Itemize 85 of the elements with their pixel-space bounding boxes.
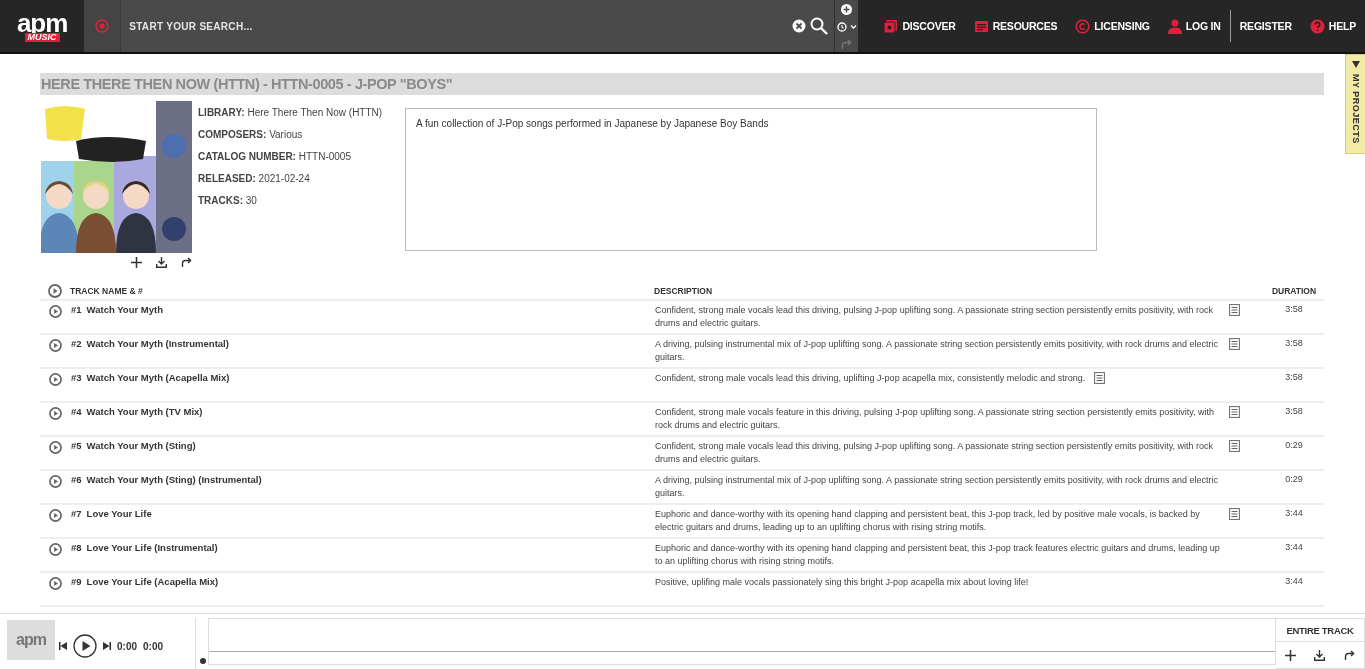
document-icon[interactable] — [1229, 338, 1240, 350]
album-icon — [883, 18, 899, 34]
play-icon[interactable] — [48, 407, 62, 420]
caret-icon — [1351, 61, 1360, 68]
user-icon — [1167, 18, 1182, 34]
help-icon — [1309, 18, 1325, 34]
document-icon[interactable] — [1229, 508, 1240, 520]
nav-link[interactable]: DISCOVER — [874, 11, 965, 41]
album-detail: TRACKS: 30 — [198, 195, 258, 206]
share-icon[interactable] — [181, 257, 192, 267]
play-icon[interactable] — [48, 509, 62, 522]
play-all-icon[interactable] — [48, 284, 62, 298]
track-duration: 3:58 — [1284, 338, 1304, 348]
copyright-icon — [1075, 18, 1091, 34]
total-time: 0:00 — [143, 640, 164, 652]
nav-link[interactable]: LOG IN — [1158, 11, 1230, 41]
nav-link[interactable]: LICENSING — [1066, 11, 1159, 41]
side-tab-label: MY PROJECTS — [1350, 74, 1361, 144]
track-description: A driving, pulsing instrumental mix of J-pop uplifting song. A passionate string section persistently emits positivity, with rock drums and electric guitars. — [655, 338, 1220, 364]
track-name[interactable]: #2 Watch Your Myth (Instrumental) — [70, 338, 654, 349]
download-icon[interactable] — [1314, 649, 1326, 661]
track-duration: 0:29 — [1284, 474, 1304, 484]
add-circle-icon[interactable] — [841, 3, 853, 15]
waveform-track[interactable] — [208, 618, 1276, 665]
add-icon[interactable] — [1285, 649, 1297, 661]
album-detail: COMPOSERS: Various — [198, 129, 304, 140]
track-name[interactable]: #8 Love Your Life (Instrumental) — [70, 542, 654, 553]
track-duration: 3:58 — [1284, 304, 1304, 314]
list-icon — [973, 18, 989, 34]
album-detail: RELEASED: 2021-02-24 — [198, 173, 311, 184]
track-name[interactable]: #4 Watch Your Myth (TV Mix) — [70, 406, 654, 417]
track-description: Positive, uplifing male vocals passionately sing this bright J-pop acapella mix about loving life! — [655, 576, 1029, 589]
nav-link[interactable]: REGISTER — [1230, 11, 1301, 41]
nav-link[interactable]: RESOURCES — [964, 11, 1067, 41]
album-description: A fun collection of J-Pop songs performed in Japanese by Japanese Boy Bands — [405, 108, 1097, 251]
download-icon[interactable] — [156, 257, 167, 268]
album-title: HERE THERE THEN NOW (HTTN) - HTTN-0005 - J-POP "BOYS" — [40, 73, 1324, 95]
history-icon[interactable] — [835, 21, 858, 32]
add-icon[interactable] — [131, 257, 142, 268]
play-icon[interactable] — [73, 634, 97, 658]
document-icon[interactable] — [1229, 406, 1240, 418]
previous-icon[interactable] — [59, 642, 67, 650]
play-icon[interactable] — [48, 305, 62, 318]
track-description: Confident, strong male vocals lead this driving, pulsing J-pop uplifting song. A passionate string section persistently emits positivity, with rock drums and electric guitars. — [655, 304, 1215, 330]
play-icon[interactable] — [48, 577, 62, 590]
track-name[interactable]: #3 Watch Your Myth (Acapella Mix) — [70, 372, 654, 383]
track-name[interactable]: #9 Love Your Life (Acapella Mix) — [70, 576, 654, 587]
track-description: Confident, strong male vocals lead this driving, uplifting J-pop acapella mix, consistently melodic and strong. — [655, 372, 1086, 385]
playhead[interactable] — [200, 658, 206, 664]
document-icon[interactable] — [1229, 304, 1240, 316]
track-description: A driving, pulsing instrumental mix of J-pop uplifting song. A passionate string section persistently emits positivity, with rock drums and electric guitars. — [655, 474, 1220, 500]
track-name[interactable]: #5 Watch Your Myth (Sting) — [70, 440, 654, 451]
track-description: Euphoric and dance-worthy with its opening hand clapping and persistent beat, this J-pop track features electric guitars and drums, leading up to an uplifting chorus with rising string motifs. — [655, 542, 1220, 568]
track-duration: 3:58 — [1284, 372, 1304, 382]
next-icon[interactable] — [103, 642, 111, 650]
elapsed-time: 0:00 — [117, 640, 137, 652]
track-name[interactable]: #1 Watch Your Myth — [70, 304, 654, 315]
play-icon[interactable] — [48, 441, 62, 454]
track-description: Confident, strong male vocals feature in this driving, pulsing J-pop uplifting song. A passionate string section persistently emits positivity, with rock drums and electric guitars. — [655, 406, 1216, 432]
track-duration: 3:44 — [1284, 576, 1304, 586]
side-tab[interactable]: MY PROJECTS — [1345, 54, 1365, 154]
track-name[interactable]: #7 Love Your Life — [70, 508, 654, 519]
share-icon[interactable] — [1343, 650, 1355, 660]
play-icon[interactable] — [48, 339, 62, 352]
play-icon[interactable] — [48, 475, 62, 488]
track-name[interactable]: #6 Watch Your Myth (Sting) (Instrumental) — [70, 474, 654, 485]
play-icon[interactable] — [48, 373, 62, 386]
album-detail: CATALOG NUMBER: HTTN-0005 — [198, 151, 352, 162]
track-description: Euphoric and dance-worthy with its opening hand clapping and persistent beat, this J-pop track, led by positive male vocals, is backed by electric guitars and drums, leading up to an uplifting chorus with rising string motifs. — [655, 508, 1201, 534]
nav-link[interactable]: HELP — [1300, 11, 1365, 41]
column-header: DURATION — [1270, 285, 1318, 296]
search-icon[interactable] — [810, 17, 829, 35]
clear-icon[interactable] — [792, 19, 807, 33]
document-icon[interactable] — [1094, 372, 1106, 384]
play-icon[interactable] — [48, 543, 62, 556]
album-detail: LIBRARY: Here There Then Now (HTTN) — [198, 107, 384, 118]
player-logo: apm — [7, 620, 55, 660]
track-duration: 0:29 — [1284, 440, 1304, 450]
track-duration: 3:58 — [1284, 406, 1304, 416]
column-header: TRACK NAME & # — [70, 285, 144, 296]
column-header: DESCRIPTION — [654, 285, 714, 296]
document-icon[interactable] — [1229, 440, 1240, 452]
track-duration: 3:44 — [1284, 542, 1304, 552]
track-duration: 3:44 — [1284, 508, 1304, 518]
track-description: Confident, strong male vocals lead this driving, pulsing J-pop uplifting song. A passionate string section persistently emits positivity, with rock drums and electric guitars. — [655, 440, 1215, 466]
